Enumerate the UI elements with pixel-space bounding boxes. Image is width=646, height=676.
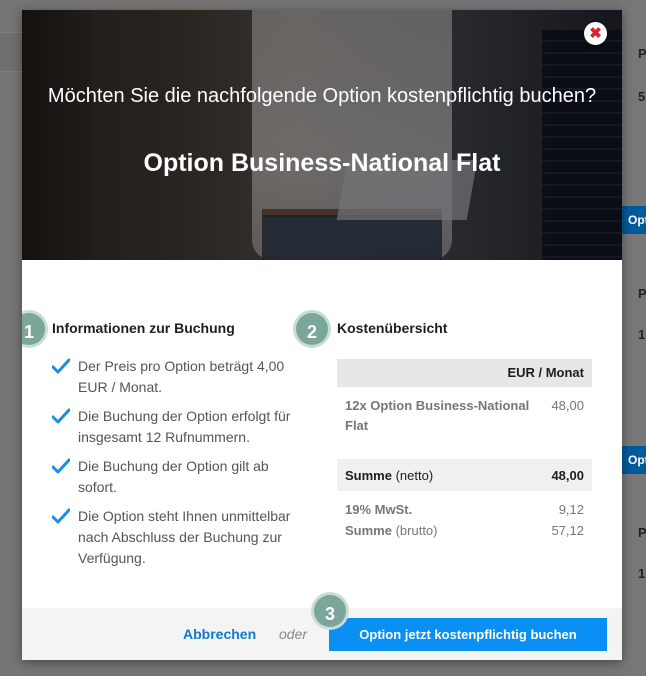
info-section-title: Informationen zur Buchung [52, 320, 235, 336]
info-item-text: Die Buchung der Option erfolgt für insge… [78, 408, 291, 445]
close-icon[interactable]: ✖ [584, 22, 607, 45]
background-text: P [638, 46, 646, 61]
or-text: oder [279, 626, 308, 642]
info-list: Der Preis pro Option beträgt 4,00 EUR / … [52, 356, 302, 577]
line-item-label: 12x Option Business-National Flat [345, 398, 530, 433]
background-option-button: Opt [622, 446, 646, 474]
background-text: P [638, 286, 646, 301]
info-item-text: Der Preis pro Option beträgt 4,00 EUR / … [78, 358, 285, 395]
confirm-booking-button[interactable]: Option jetzt kostenpflichtig buchen [329, 618, 607, 651]
checkmark-icon [52, 358, 70, 374]
gross-value: 57,12 [551, 523, 584, 538]
table-row: 19% MwSt. 9,12 [337, 499, 592, 520]
net-label-sub: (netto) [395, 467, 434, 483]
vat-value: 9,12 [558, 502, 584, 517]
step-badge-2: 2 [293, 310, 331, 348]
hero-overlay [22, 10, 622, 260]
option-title: Option Business-National Flat [143, 149, 501, 177]
step-badge-1: 1 [22, 310, 48, 348]
gross-label: Summe (brutto) [345, 520, 438, 541]
net-label: Summe (netto) [345, 468, 433, 483]
background-text: P [638, 525, 646, 540]
net-value: 48,00 [551, 467, 584, 483]
list-item: Die Buchung der Option erfolgt für insge… [52, 406, 302, 448]
background-option-button: Option [622, 206, 646, 234]
checkmark-icon [52, 458, 70, 474]
background-text: 5 [638, 89, 646, 104]
list-item: Die Option steht Ihnen unmittelbar nach … [52, 506, 302, 569]
hero-image [22, 10, 622, 260]
modal-question: Möchten Sie die nachfolgende Option kost… [47, 85, 597, 107]
checkmark-icon [52, 408, 70, 424]
background-strip [0, 32, 22, 72]
list-item: Der Preis pro Option beträgt 4,00 EUR / … [52, 356, 302, 398]
background-text: 1 [638, 566, 646, 581]
cancel-link[interactable]: Abbrechen [183, 626, 256, 642]
vat-label: 19% MwSt. [345, 502, 413, 517]
table-row: Summe (brutto) 57,12 [337, 520, 592, 541]
checkmark-icon [52, 508, 70, 524]
costs-section-title: Kostenübersicht [337, 320, 448, 336]
info-item-text: Die Option steht Ihnen unmittelbar nach … [78, 508, 291, 566]
cost-table-header: EUR / Monat [337, 359, 592, 387]
cost-table: EUR / Monat 12x Option Business-National… [337, 359, 592, 541]
table-row: Summe (netto) 48,00 [337, 459, 592, 491]
net-label-bold: Summe [345, 467, 392, 483]
line-item-value: 48,00 [551, 398, 584, 413]
table-row: 12x Option Business-National Flat 48,00 [337, 387, 592, 459]
gross-label-bold: Summe [345, 523, 392, 538]
booking-modal: Möchten Sie die nachfolgende Option kost… [22, 10, 622, 660]
step-badge-3: 3 [311, 592, 349, 630]
gross-label-sub: (brutto) [395, 523, 438, 538]
list-item: Die Buchung der Option gilt ab sofort. [52, 456, 302, 498]
info-item-text: Die Buchung der Option gilt ab sofort. [78, 458, 269, 495]
background-text: 1 [638, 327, 646, 342]
tax-rows: 19% MwSt. 9,12 Summe (brutto) 57,12 [337, 491, 592, 541]
